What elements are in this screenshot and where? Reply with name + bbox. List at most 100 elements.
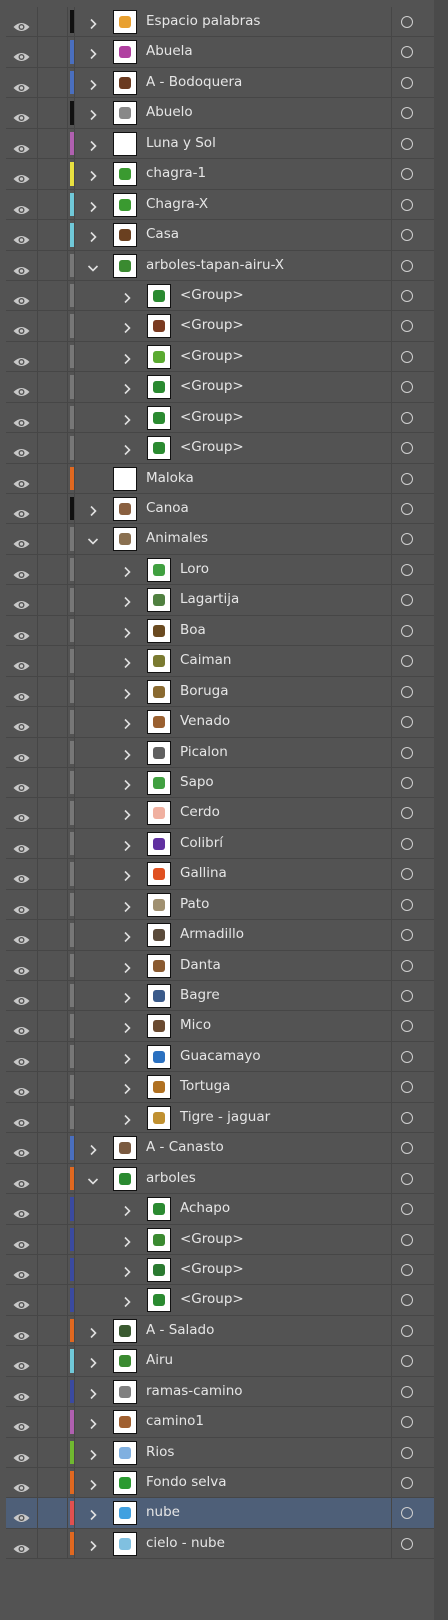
chevron-right-icon[interactable] bbox=[121, 776, 133, 791]
visibility-toggle[interactable] bbox=[6, 646, 38, 676]
lock-toggle[interactable] bbox=[38, 189, 68, 220]
chevron-right-icon[interactable] bbox=[121, 867, 133, 882]
target-circle-icon[interactable] bbox=[401, 563, 413, 576]
visibility-toggle[interactable] bbox=[6, 1011, 38, 1041]
chevron-right-icon[interactable] bbox=[121, 1050, 133, 1064]
chevron-right-icon[interactable] bbox=[87, 167, 99, 182]
chevron-right-icon[interactable] bbox=[87, 502, 99, 517]
layer-cell[interactable]: ramas-camino bbox=[74, 1376, 392, 1407]
visibility-toggle[interactable] bbox=[6, 463, 38, 493]
lock-toggle[interactable] bbox=[38, 1315, 68, 1346]
layer-row[interactable]: Animales bbox=[6, 524, 434, 555]
chevron-right-icon[interactable] bbox=[87, 1385, 99, 1399]
layer-name[interactable]: Airu bbox=[146, 1352, 173, 1368]
layer-cell[interactable]: <Group> bbox=[74, 402, 392, 433]
lock-toggle[interactable] bbox=[38, 1254, 68, 1285]
visibility-toggle[interactable] bbox=[6, 1163, 38, 1194]
layer-name[interactable]: Armadillo bbox=[180, 926, 244, 942]
chevron-right-icon[interactable] bbox=[87, 228, 99, 243]
layer-row[interactable]: cielo - nube bbox=[6, 1528, 434, 1560]
target-circle-icon[interactable] bbox=[401, 868, 413, 881]
visibility-toggle[interactable] bbox=[6, 402, 38, 433]
visibility-toggle[interactable] bbox=[6, 1102, 38, 1133]
lock-toggle[interactable] bbox=[38, 767, 68, 798]
layer-row[interactable]: Abuelo bbox=[6, 98, 434, 129]
target-circle-icon[interactable] bbox=[401, 137, 413, 150]
lock-toggle[interactable] bbox=[38, 280, 68, 311]
visibility-toggle[interactable] bbox=[6, 37, 38, 67]
visibility-toggle[interactable] bbox=[6, 372, 38, 402]
chevron-right-icon[interactable] bbox=[121, 411, 133, 425]
layer-row[interactable]: ramas-camino bbox=[6, 1376, 434, 1408]
target-circle-icon[interactable] bbox=[401, 259, 413, 272]
layer-name[interactable]: <Group> bbox=[180, 1261, 244, 1277]
layer-cell[interactable]: Mico bbox=[74, 1011, 392, 1041]
target-circle-icon[interactable] bbox=[401, 46, 413, 59]
chevron-right-icon[interactable] bbox=[121, 746, 133, 760]
chevron-right-icon[interactable] bbox=[121, 441, 133, 456]
target-circle-icon[interactable] bbox=[401, 1203, 413, 1216]
layer-cell[interactable]: Armadillo bbox=[74, 920, 392, 950]
lock-toggle[interactable] bbox=[38, 889, 68, 920]
target-circle-icon[interactable] bbox=[401, 289, 413, 302]
layer-cell[interactable]: Boa bbox=[74, 615, 392, 646]
layer-cell[interactable]: Animales bbox=[74, 524, 392, 554]
lock-toggle[interactable] bbox=[38, 372, 68, 402]
lock-toggle[interactable] bbox=[38, 250, 68, 280]
layer-name[interactable]: Tigre - jaguar bbox=[180, 1109, 270, 1125]
visibility-toggle[interactable] bbox=[6, 1498, 38, 1528]
layer-name[interactable]: <Group> bbox=[180, 348, 244, 364]
chevron-right-icon[interactable] bbox=[121, 654, 133, 669]
target-circle-icon[interactable] bbox=[401, 1142, 413, 1155]
layer-name[interactable]: ramas-camino bbox=[146, 1383, 243, 1399]
chevron-right-icon[interactable] bbox=[87, 106, 99, 121]
layer-row[interactable]: Mico bbox=[6, 1011, 434, 1042]
layer-name[interactable]: Venado bbox=[180, 713, 230, 729]
layer-row[interactable]: Picalon bbox=[6, 737, 434, 768]
target-circle-icon[interactable] bbox=[401, 381, 413, 394]
visibility-toggle[interactable] bbox=[6, 7, 38, 37]
layer-name[interactable]: camino1 bbox=[146, 1413, 204, 1429]
visibility-toggle[interactable] bbox=[6, 707, 38, 737]
visibility-toggle[interactable] bbox=[6, 1468, 38, 1498]
layer-name[interactable]: Chagra-X bbox=[146, 196, 208, 212]
layer-name[interactable]: nube bbox=[146, 1504, 180, 1520]
layer-row[interactable]: Fondo selva bbox=[6, 1468, 434, 1499]
chevron-right-icon[interactable] bbox=[121, 1019, 133, 1034]
layer-name[interactable]: <Group> bbox=[180, 378, 244, 394]
layer-cell[interactable]: A - Bodoquera bbox=[74, 67, 392, 98]
visibility-toggle[interactable] bbox=[6, 1072, 38, 1102]
layer-cell[interactable]: Cerdo bbox=[74, 798, 392, 828]
target-circle-icon[interactable] bbox=[401, 1385, 413, 1398]
lock-toggle[interactable] bbox=[38, 311, 68, 341]
target-circle-icon[interactable] bbox=[401, 624, 413, 637]
layer-name[interactable]: Boa bbox=[180, 622, 206, 638]
chevron-right-icon[interactable] bbox=[121, 685, 133, 699]
chevron-right-icon[interactable] bbox=[87, 15, 99, 30]
layer-name[interactable]: Bagre bbox=[180, 987, 220, 1003]
target-circle-icon[interactable] bbox=[401, 1416, 413, 1429]
layer-cell[interactable]: Loro bbox=[74, 554, 392, 585]
chevron-right-icon[interactable] bbox=[121, 1293, 133, 1308]
layer-cell[interactable]: Espacio palabras bbox=[74, 7, 392, 37]
target-circle-icon[interactable] bbox=[401, 107, 413, 120]
layer-name[interactable]: <Group> bbox=[180, 287, 244, 303]
target-circle-icon[interactable] bbox=[401, 807, 413, 820]
lock-toggle[interactable] bbox=[38, 67, 68, 98]
chevron-right-icon[interactable] bbox=[121, 715, 133, 730]
target-circle-icon[interactable] bbox=[401, 1020, 413, 1033]
layer-cell[interactable]: Danta bbox=[74, 950, 392, 980]
lock-toggle[interactable] bbox=[38, 98, 68, 128]
chevron-down-icon[interactable] bbox=[87, 259, 99, 272]
target-circle-icon[interactable] bbox=[401, 16, 413, 28]
target-circle-icon[interactable] bbox=[401, 776, 413, 789]
layer-row[interactable]: <Group> bbox=[6, 433, 434, 464]
lock-toggle[interactable] bbox=[38, 402, 68, 433]
layer-cell[interactable]: Bagre bbox=[74, 981, 392, 1011]
visibility-toggle[interactable] bbox=[6, 1407, 38, 1437]
lock-toggle[interactable] bbox=[38, 463, 68, 493]
layer-cell[interactable]: Casa bbox=[74, 220, 392, 250]
visibility-toggle[interactable] bbox=[6, 889, 38, 920]
layer-row[interactable]: Tigre - jaguar bbox=[6, 1102, 434, 1134]
layer-name[interactable]: chagra-1 bbox=[146, 165, 206, 181]
